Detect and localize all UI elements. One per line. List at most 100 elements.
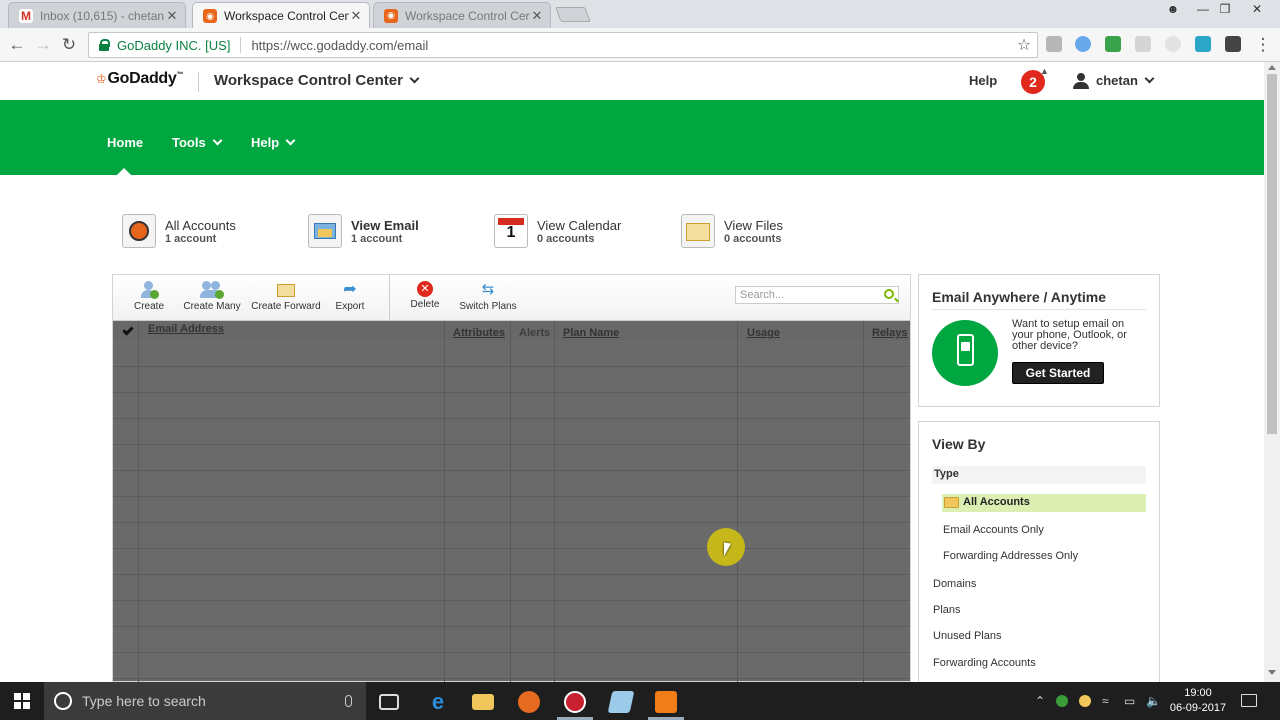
view-by-email-accounts-only[interactable]: Email Accounts Only [943, 524, 1044, 536]
view-by-plans[interactable]: Plans [933, 604, 961, 616]
tab-wcc-2[interactable]: ◉ Workspace Control Cente ✕ [373, 2, 551, 28]
microphone-icon[interactable] [345, 695, 352, 707]
chevron-down-icon [285, 135, 296, 146]
profile-icon[interactable]: ☻ [1160, 0, 1186, 20]
tile-view-email[interactable]: View Email 1 account [308, 213, 419, 249]
tray-app-icon[interactable] [1079, 695, 1091, 707]
user-menu[interactable]: chetan [1096, 73, 1155, 88]
wifi-icon[interactable]: ≈ [1102, 694, 1109, 708]
edge-browser-icon[interactable]: e [427, 691, 449, 713]
reload-icon[interactable]: ↻ [58, 34, 80, 56]
col-attributes[interactable]: Attributes [453, 327, 505, 339]
extension-green-icon[interactable] [1105, 36, 1121, 52]
export-button[interactable]: ➦ Export [331, 281, 369, 312]
col-email-address[interactable]: Email Address [148, 323, 224, 335]
nav-help[interactable]: Help [251, 135, 296, 150]
firefox-icon[interactable] [518, 691, 540, 713]
forward-arrow-icon[interactable]: → [32, 34, 54, 56]
back-arrow-icon[interactable]: ← [6, 34, 28, 56]
folder-search-icon [944, 497, 959, 508]
view-by-all-accounts[interactable]: All Accounts [942, 494, 1146, 512]
col-relays[interactable]: Relays [872, 327, 907, 339]
email-anywhere-description: Want to setup email on your phone, Outlo… [1012, 318, 1127, 352]
bookmark-star-icon[interactable]: ☆ [1011, 35, 1037, 55]
table-row[interactable] [113, 549, 910, 575]
tab-close-icon[interactable]: ✕ [530, 8, 544, 24]
extension-w-icon[interactable] [1195, 36, 1211, 52]
scrollbar-thumb[interactable] [1267, 74, 1277, 434]
table-row[interactable] [113, 575, 910, 601]
create-many-button[interactable]: Create Many [181, 281, 243, 312]
extension-lock-icon[interactable] [1046, 36, 1062, 52]
accounts-grid-panel: Create Create Many Create Forward ➦ Expo… [112, 274, 911, 683]
restore-icon[interactable]: ❐ [1212, 0, 1238, 20]
files-icon [681, 214, 715, 248]
battery-icon[interactable]: ▭ [1124, 694, 1135, 708]
tray-app-icon[interactable] [1056, 695, 1068, 707]
table-row[interactable] [113, 471, 910, 497]
godaddy-logo[interactable]: ♔GoDaddy™ [96, 70, 183, 88]
tab-title: Workspace Control Cente [224, 9, 349, 23]
action-center-icon[interactable] [1241, 694, 1257, 707]
scroll-down-arrow-icon[interactable] [1268, 670, 1276, 675]
file-explorer-icon[interactable] [472, 694, 494, 710]
header-divider [198, 72, 199, 92]
new-tab-button[interactable] [555, 7, 591, 22]
view-by-forwarding-addresses-only[interactable]: Forwarding Addresses Only [943, 550, 1078, 562]
get-started-button[interactable]: Get Started [1012, 362, 1104, 384]
scroll-up-arrow-icon[interactable] [1268, 65, 1276, 70]
switch-plans-button[interactable]: ⇆ Switch Plans [457, 281, 519, 312]
table-row[interactable] [113, 497, 910, 523]
windows-start-icon[interactable] [14, 693, 30, 709]
product-menu[interactable]: Workspace Control Center [214, 72, 420, 89]
tray-chevron-up-icon[interactable]: ⌃ [1035, 694, 1045, 708]
create-forward-button[interactable]: Create Forward [251, 281, 321, 312]
address-bar[interactable]: GoDaddy INC. [US] https://wcc.godaddy.co… [88, 32, 1038, 58]
tab-wcc-active[interactable]: ◉ Workspace Control Cente ✕ [192, 2, 370, 29]
table-row[interactable] [113, 653, 910, 679]
nav-home[interactable]: Home [107, 135, 143, 150]
page-scrollbar[interactable] [1264, 62, 1280, 682]
main-nav: Home Tools Help [0, 100, 1264, 175]
create-button[interactable]: Create [127, 281, 171, 312]
taskbar-search-box[interactable]: Type here to search [44, 682, 366, 720]
table-row[interactable] [113, 523, 910, 549]
delete-button[interactable]: ✕ Delete [407, 281, 443, 310]
url-text[interactable]: https://wcc.godaddy.com/email [251, 38, 1011, 53]
chrome-menu-icon[interactable]: ⋮ [1252, 34, 1274, 56]
table-row[interactable] [113, 341, 910, 367]
table-row[interactable] [113, 445, 910, 471]
chrome-wcc-taskbar-icon[interactable] [655, 691, 677, 713]
search-icon[interactable] [884, 289, 894, 299]
taskbar-clock[interactable]: 19:00 06-09-2017 [1166, 686, 1230, 716]
window-close-icon[interactable]: ✕ [1244, 0, 1270, 20]
task-view-icon[interactable] [379, 694, 399, 710]
extension-c-icon[interactable] [1165, 36, 1181, 52]
header-help-link[interactable]: Help [969, 73, 997, 88]
table-row[interactable] [113, 393, 910, 419]
tile-all-accounts[interactable]: All Accounts 1 account [122, 213, 236, 249]
tile-view-calendar[interactable]: 1 View Calendar 0 accounts [494, 213, 621, 249]
grid-search-input[interactable]: Search... [735, 286, 899, 304]
volume-icon[interactable]: 🔈 [1146, 694, 1161, 708]
extension-shield-icon[interactable] [1075, 36, 1091, 52]
nav-tools[interactable]: Tools [172, 135, 223, 150]
col-plan-name[interactable]: Plan Name [563, 327, 619, 339]
tile-view-files[interactable]: View Files 0 accounts [681, 213, 783, 249]
table-row[interactable] [113, 601, 910, 627]
table-row[interactable] [113, 367, 910, 393]
view-by-unused-plans[interactable]: Unused Plans [933, 630, 1002, 642]
table-row[interactable] [113, 627, 910, 653]
table-row[interactable] [113, 419, 910, 445]
extension-download-icon[interactable] [1135, 36, 1151, 52]
recorder-app-icon[interactable] [564, 691, 586, 713]
tab-close-icon[interactable]: ✕ [165, 8, 179, 24]
extension-wr-icon[interactable] [1225, 36, 1241, 52]
tab-close-icon[interactable]: ✕ [349, 8, 363, 24]
col-usage[interactable]: Usage [747, 327, 780, 339]
view-by-forwarding-accounts[interactable]: Forwarding Accounts [933, 657, 1036, 669]
view-by-domains[interactable]: Domains [933, 578, 976, 590]
tab-gmail-inbox[interactable]: M Inbox (10,615) - chetan.j ✕ [8, 2, 186, 28]
column-divider [863, 321, 864, 683]
notes-app-icon[interactable] [607, 691, 635, 713]
